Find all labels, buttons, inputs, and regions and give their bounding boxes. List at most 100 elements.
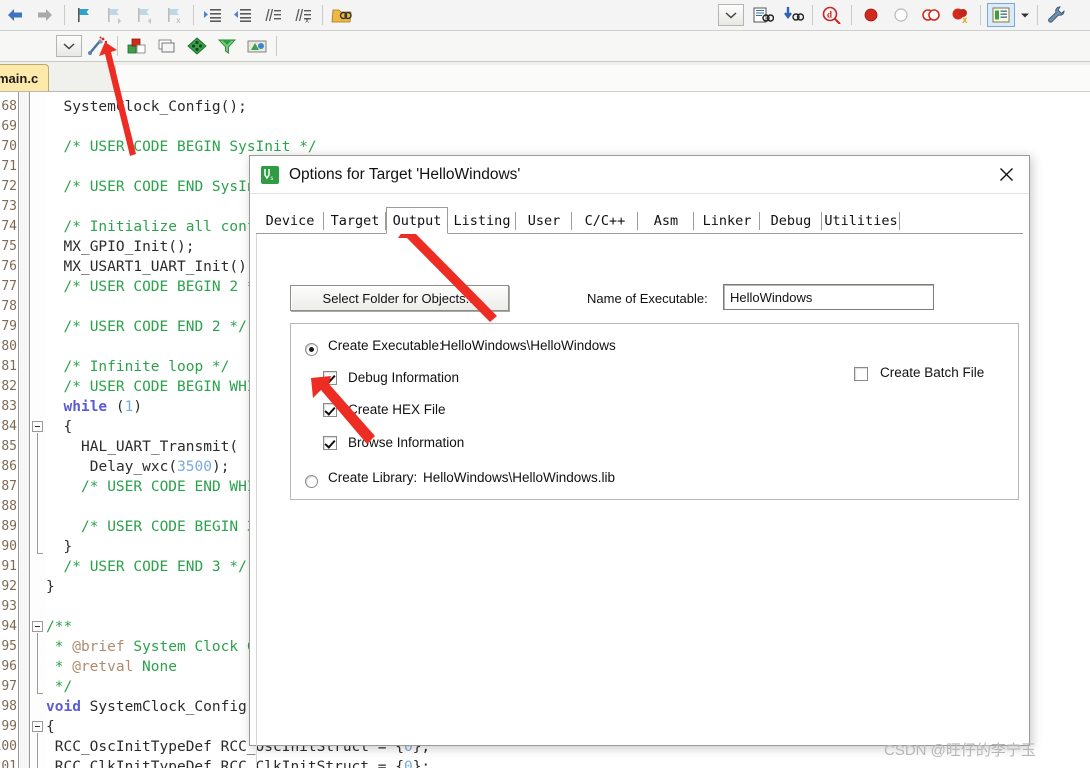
code-line[interactable]: /* USER CODE BEGIN 3 */ [46,517,282,537]
toolbar-dropdown-button[interactable] [718,4,744,26]
code-token: */ [54,679,73,695]
line-number: 84 [1,419,17,434]
dialog-tab-target[interactable]: Target [324,209,386,233]
code-line[interactable]: MX_GPIO_Init(); [46,237,195,257]
manage-windows-button[interactable] [987,3,1015,27]
line-number: 80 [1,339,17,354]
create-executable-label: Create Executable: [328,338,443,353]
fold-toggle-icon[interactable] [32,721,43,732]
code-line[interactable]: SystemClock_Config(); [46,97,247,117]
line-number: 94 [1,619,17,634]
code-line[interactable]: /* USER CODE BEGIN SysInit */ [46,137,317,157]
code-line[interactable]: /* USER CODE END 2 */ [46,317,247,337]
pack-installer-icon[interactable] [182,33,212,59]
fold-toggle-icon[interactable] [32,621,43,632]
breakpoint-insert-icon[interactable] [856,2,886,28]
fold-toggle-icon[interactable] [32,421,43,432]
indent-left-icon[interactable] [228,2,258,28]
binary-search-icon[interactable] [748,2,778,28]
back-arrow-icon[interactable] [0,2,30,28]
target-select-dropdown[interactable] [56,35,82,57]
create-executable-path: HelloWindows\HelloWindows [441,338,616,353]
breakpoint-kill-all-icon[interactable]: x [946,2,976,28]
line-number: 91 [1,559,17,574]
dialog-tab-debug[interactable]: Debug [760,209,822,233]
code-token: Delay_wxc( [89,459,178,475]
close-icon[interactable] [983,156,1029,193]
uncomment-icon[interactable]: x [288,2,318,28]
code-line[interactable]: /* Infinite loop */ [46,357,230,377]
dialog-tab-c-c-[interactable]: C/C++ [572,209,638,233]
code-line[interactable]: } [46,577,55,597]
line-number: 99 [1,719,17,734]
bookmark-prev-icon[interactable] [99,2,129,28]
forward-arrow-icon[interactable] [30,2,60,28]
bookmark-toggle-icon[interactable] [69,2,99,28]
bookmark-clear-icon[interactable]: x [159,2,189,28]
toolbar-separator [193,5,194,25]
code-token: SystemClock_Config(); [63,99,247,115]
fold-bracket-line [37,433,38,553]
code-line[interactable]: */ [46,677,72,697]
dialog-tab-listing[interactable]: Listing [448,209,516,233]
dialog-tab-utilities[interactable]: Utilities [822,209,900,233]
create-hex-file-checkbox[interactable] [323,403,337,417]
debug-information-checkbox[interactable] [323,371,337,385]
target-options-wand-icon[interactable] [83,33,113,59]
svcs-icon[interactable] [242,33,272,59]
code-line[interactable]: /* USER CODE BEGIN 2 */ [46,277,265,297]
code-token: ) [133,399,143,415]
toolbar-separator [322,5,323,25]
code-line[interactable]: while (1) [46,397,143,417]
find-next-icon[interactable]: d [817,2,847,28]
create-library-radio[interactable] [305,475,318,488]
dialog-titlebar[interactable]: s Options for Target 'HelloWindows' [250,156,1029,194]
dialog-tab-asm[interactable]: Asm [638,209,694,233]
manage-project-items-icon[interactable] [122,33,152,59]
find-references-icon[interactable] [778,2,808,28]
run-rte-icon[interactable] [212,33,242,59]
manage-windows-icon[interactable] [985,2,1017,28]
dialog-tab-device[interactable]: Device [256,209,324,233]
code-line[interactable]: { [46,717,55,737]
find-in-files-icon[interactable] [327,2,357,28]
code-line[interactable]: MX_USART1_UART_Init(); [46,257,256,277]
code-line[interactable]: * @retval None [46,657,177,677]
browse-information-checkbox[interactable] [323,436,337,450]
editor-tab-main-c[interactable]: main.c [0,64,50,91]
code-line[interactable]: { [46,417,73,437]
dialog-title: Options for Target 'HelloWindows' [289,165,521,183]
comment-icon[interactable] [258,2,288,28]
dialog-tab-linker[interactable]: Linker [694,209,760,233]
line-number: 71 [1,159,17,174]
configure-target-options-icon[interactable] [1042,2,1072,28]
create-library-label: Create Library: [328,470,418,485]
dialog-tab-label: Target [330,213,380,229]
dialog-tab-output[interactable]: Output [386,207,448,234]
dropdown-chevron-icon[interactable] [714,2,748,28]
breakpoint-disable-icon[interactable] [886,2,916,28]
code-line[interactable]: /** [46,617,72,637]
bookmark-next-icon[interactable] [129,2,159,28]
line-number: 83 [1,399,17,414]
manage-windows-chevron-icon[interactable] [1017,2,1033,28]
options-for-target-dialog: s Options for Target 'HelloWindows' Devi… [249,155,1030,768]
create-executable-radio[interactable] [305,343,318,356]
code-line[interactable]: } [46,537,73,557]
dialog-tab-user[interactable]: User [516,209,572,233]
indent-right-icon[interactable] [198,2,228,28]
application-window: x x d x main.c 68 69 70 71 72 73 74 75 7… [0,0,1090,768]
code-token: /* USER CODE END 2 */ [63,319,247,335]
fold-margin[interactable] [18,92,30,768]
code-line[interactable]: /* USER CODE END 3 */ [46,557,247,577]
select-folder-for-objects-button[interactable]: Select Folder for Objects... [290,285,509,311]
code-line[interactable]: Delay_wxc(3500); [46,457,230,477]
line-number: 86 [1,459,17,474]
name-of-executable-input[interactable]: HelloWindows [723,284,934,310]
breakpoint-disable-all-icon[interactable] [916,2,946,28]
target-dropdown-chevron-icon[interactable] [55,33,83,59]
breakpoint-margin[interactable] [30,92,46,768]
code-line[interactable]: HAL_UART_Transmit( [46,437,238,457]
multi-project-icon[interactable] [152,33,182,59]
create-batch-file-checkbox[interactable] [854,367,868,381]
